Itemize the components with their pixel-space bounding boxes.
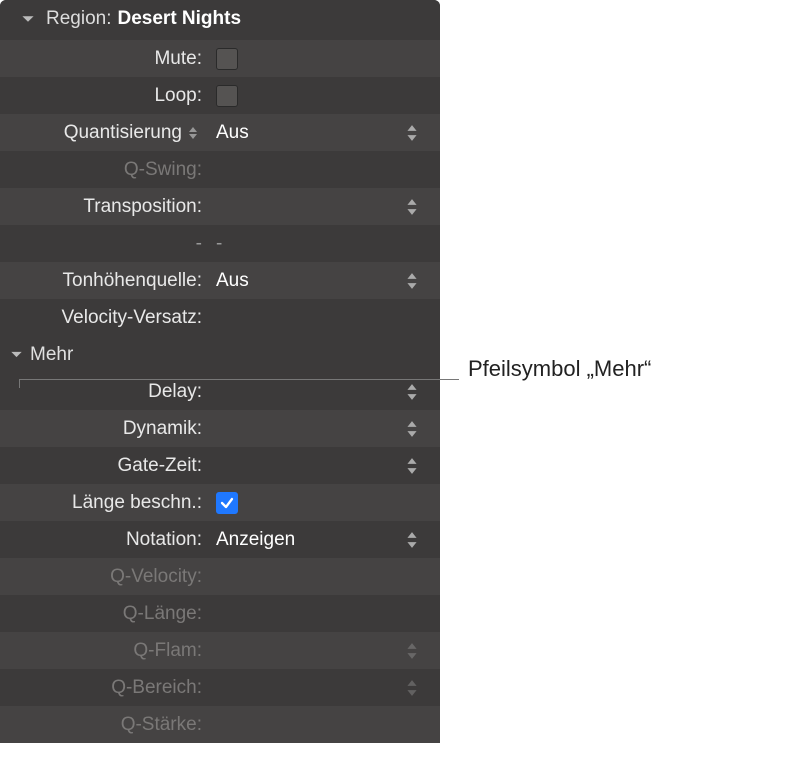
quantize-label: Quantisierung	[0, 122, 210, 144]
transpose-stepper[interactable]	[406, 195, 422, 219]
gate-label: Gate-Zeit:	[0, 455, 210, 477]
notation-stepper[interactable]	[406, 528, 422, 552]
row-qflam: Q-Flam:	[0, 632, 440, 669]
region-header: Region: Desert Nights	[0, 0, 440, 40]
row-qlength: Q-Länge:	[0, 595, 440, 632]
qvelocity-label: Q-Velocity:	[0, 566, 210, 588]
quantize-label-text: Quantisierung	[64, 122, 182, 144]
row-quantize: Quantisierung Aus	[0, 114, 440, 151]
gate-stepper[interactable]	[406, 454, 422, 478]
region-title: Desert Nights	[118, 8, 242, 30]
row-qrange: Q-Bereich:	[0, 669, 440, 706]
clip-length-checkbox[interactable]	[216, 492, 238, 514]
notation-label: Notation:	[0, 529, 210, 551]
quantize-stepper[interactable]	[406, 121, 422, 145]
inspector-panel: Region: Desert Nights Mute: Loop: Quanti…	[0, 0, 440, 743]
clip-length-label: Länge beschn.:	[0, 492, 210, 514]
callout-line-vertical	[19, 379, 20, 388]
dynamik-label: Dynamik:	[0, 418, 210, 440]
transpose-label: Transposition:	[0, 196, 210, 218]
row-qvelocity: Q-Velocity:	[0, 558, 440, 595]
delay-label: Delay:	[0, 381, 210, 403]
loop-label: Loop:	[0, 85, 210, 107]
callout-line	[19, 379, 459, 380]
row-mute: Mute:	[0, 40, 440, 77]
pitchsource-stepper[interactable]	[406, 269, 422, 293]
qflam-label: Q-Flam:	[0, 640, 210, 662]
row-gate: Gate-Zeit:	[0, 447, 440, 484]
row-dynamik: Dynamik:	[0, 410, 440, 447]
qstrength-label: Q-Stärke:	[0, 714, 210, 736]
delay-stepper[interactable]	[406, 380, 422, 404]
qswing-label: Q-Swing:	[0, 159, 210, 181]
qflam-stepper[interactable]	[406, 639, 422, 663]
row-clip-length: Länge beschn.:	[0, 484, 440, 521]
row-dash: - -	[0, 225, 440, 262]
qlength-label: Q-Länge:	[0, 603, 210, 625]
dash-left: -	[0, 233, 210, 255]
chevron-down-icon[interactable]	[18, 9, 38, 29]
quantize-value[interactable]: Aus	[216, 122, 249, 144]
callout-text: Pfeilsymbol „Mehr“	[468, 356, 651, 382]
section-more-label: Mehr	[30, 344, 73, 366]
row-pitchsource: Tonhöhenquelle: Aus	[0, 262, 440, 299]
dash-right: -	[210, 233, 222, 255]
loop-checkbox[interactable]	[216, 85, 238, 107]
notation-value[interactable]: Anzeigen	[216, 529, 295, 551]
row-transpose: Transposition:	[0, 188, 440, 225]
quantize-mini-stepper[interactable]	[188, 123, 202, 143]
row-loop: Loop:	[0, 77, 440, 114]
mute-checkbox[interactable]	[216, 48, 238, 70]
row-qswing: Q-Swing:	[0, 151, 440, 188]
pitchsource-value[interactable]: Aus	[216, 270, 249, 292]
chevron-down-icon[interactable]	[6, 345, 26, 365]
row-qstrength: Q-Stärke:	[0, 706, 440, 743]
mute-label: Mute:	[0, 48, 210, 70]
qrange-label: Q-Bereich:	[0, 677, 210, 699]
parameter-rows: Mute: Loop: Quantisierung Aus	[0, 40, 440, 743]
velocity-offset-label: Velocity-Versatz:	[0, 307, 210, 329]
qrange-stepper[interactable]	[406, 676, 422, 700]
pitchsource-label: Tonhöhenquelle:	[0, 270, 210, 292]
dynamik-stepper[interactable]	[406, 417, 422, 441]
section-more[interactable]: Mehr	[0, 336, 440, 373]
row-notation: Notation: Anzeigen	[0, 521, 440, 558]
region-prefix: Region:	[46, 8, 112, 30]
row-velocity-offset: Velocity-Versatz:	[0, 299, 440, 336]
